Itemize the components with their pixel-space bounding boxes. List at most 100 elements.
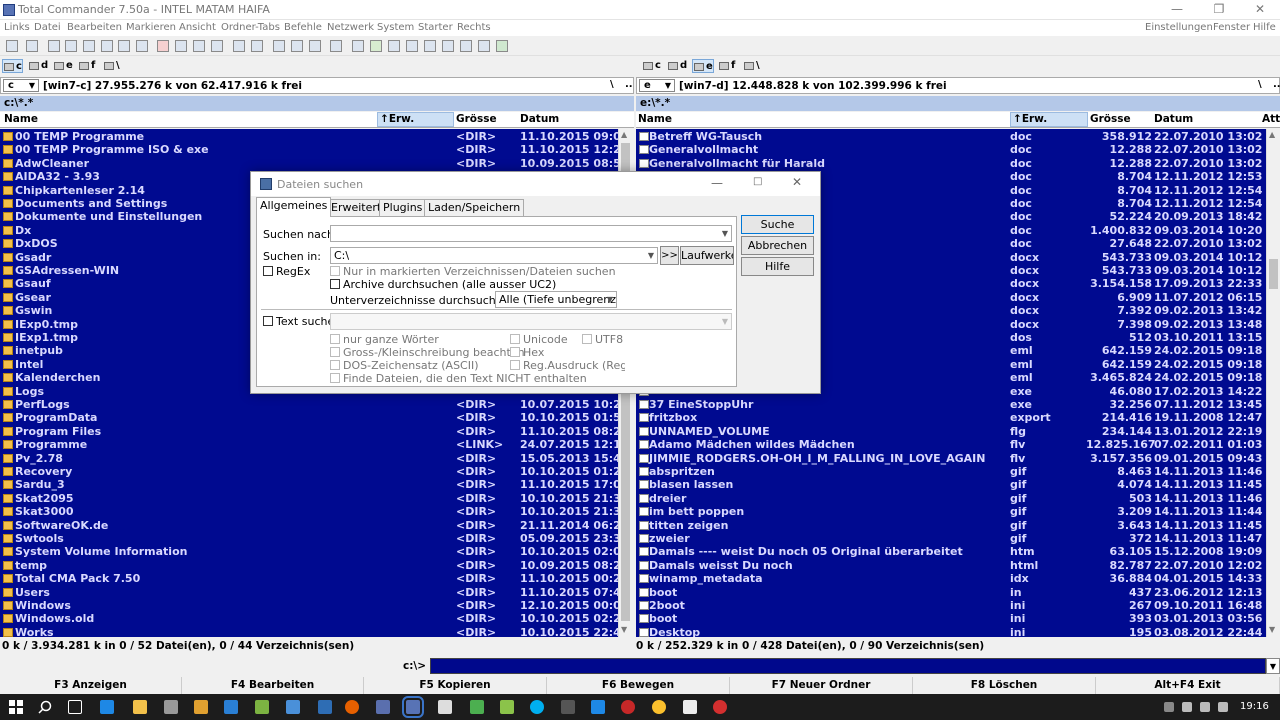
browse-button[interactable]: >> [660,246,679,265]
left-drive-d[interactable]: d [28,59,48,73]
table-row[interactable]: Generalvollmacht doc 12.288 22.07.2010 13:0… [636,143,1266,156]
table-row[interactable]: Desktop ini 195 03.08.2012 22:44 [636,626,1266,637]
calc-icon[interactable] [352,40,364,52]
table-row[interactable]: Programme <LINK> 24.07.2015 12:12 [0,438,618,451]
right-scrollbar[interactable]: ▲ ▼ [1266,129,1280,637]
table-row[interactable]: SoftwareOK.de <DIR> 21.11.2014 06:28 [0,519,618,532]
whole-words-checkbox[interactable] [330,334,340,344]
save-icon[interactable] [26,40,38,52]
tray-volume-icon[interactable] [1200,702,1210,712]
alt-f4-exit-button[interactable]: Alt+F4 Exit [1096,677,1280,694]
left-drive-f[interactable]: f [78,59,95,73]
table-row[interactable]: Users <DIR> 11.10.2015 07:49 [0,586,618,599]
search-in-input[interactable]: C:\ ▼ [330,247,658,264]
table-row[interactable]: dreier gif 503 14.11.2013 11:46 [636,492,1266,505]
text-search-input[interactable]: ▼ [330,313,732,330]
menu-datei[interactable]: Datei [34,22,61,33]
ftp-icon[interactable] [233,40,245,52]
table-row[interactable]: AdwCleaner <DIR> 10.09.2015 08:56 [0,157,618,170]
close-button[interactable]: ✕ [792,175,802,189]
scroll-down-icon[interactable]: ▼ [621,625,627,634]
table-row[interactable]: Works <DIR> 10.10.2015 22:43 [0,626,618,637]
table-row[interactable]: 2boot ini 267 09.10.2011 16:48 [636,599,1266,612]
table-row[interactable]: zweier gif 372 14.11.2013 11:47 [636,532,1266,545]
menu-ansicht[interactable]: Ansicht [179,22,216,33]
invert-icon[interactable] [136,40,148,52]
network-icon[interactable] [388,40,400,52]
col-size[interactable]: Grösse [456,113,497,125]
left-drive-network[interactable]: \ [103,59,120,73]
only-marked-checkbox[interactable] [330,266,340,276]
case-checkbox[interactable] [330,347,340,357]
table-row[interactable]: 00 TEMP Programme <DIR> 11.10.2015 09:02 [0,130,618,143]
brief-view-icon[interactable] [48,40,60,52]
table-row[interactable]: Adamo Mädchen wildes Mädchen flv 12.825.16… [636,438,1266,451]
help-button[interactable]: Hilfe [741,257,814,276]
windows-start-icon[interactable] [9,700,23,714]
table-row[interactable]: blasen lassen gif 4.074 14.11.2013 11:45 [636,478,1266,491]
left-path-bar[interactable]: c:\*.* [0,96,634,111]
subdirs-select[interactable]: Alle (Tiefe unbegrenzt) ▼ [495,291,617,308]
table-row[interactable]: Recovery <DIR> 10.10.2015 01:28 [0,465,618,478]
total-commander-icon[interactable] [402,696,424,718]
table-row[interactable]: ProgramData <DIR> 10.10.2015 01:55 [0,411,618,424]
table-row[interactable]: Total CMA Pack 7.50 <DIR> 11.10.2015 00:27 [0,572,618,585]
table-row[interactable]: im bett poppen gif 3.209 14.11.2013 11:44 [636,505,1266,518]
table-row[interactable]: System Volume Information <DIR> 10.10.2015… [0,545,618,558]
task-view-icon[interactable] [68,700,82,714]
table-row[interactable]: 37 EineStoppUhr exe 32.256 07.11.2012 13:45 [636,398,1266,411]
left-root-button[interactable]: \ [610,79,614,90]
minimize-button[interactable]: — [711,176,723,190]
right-drive-network[interactable]: \ [743,59,760,73]
right-drive-d[interactable]: d [667,59,687,73]
chevron-down-icon[interactable]: ▼ [722,314,728,329]
table-row[interactable]: boot in 437 23.06.2012 12:13 [636,586,1266,599]
table-row[interactable]: Generalvollmacht für Harald doc 12.288 22.0… [636,157,1266,170]
extra-icon[interactable] [496,40,508,52]
f4-edit-button[interactable]: F4 Bearbeiten [182,677,364,694]
app-icon-folder[interactable] [194,700,208,714]
f5-copy-button[interactable]: F5 Kopieren [364,677,547,694]
tray-network-icon[interactable] [1182,702,1192,712]
maximize-button[interactable]: ❐ [1199,0,1239,20]
menu-ordner-tabs[interactable]: Ordner-Tabs [221,22,280,33]
col-size[interactable]: Grösse [1090,113,1131,125]
cancel-button[interactable]: Abbrechen [741,236,814,255]
cmd-icon[interactable] [406,40,418,52]
menu-fenster[interactable]: Fenster [1213,22,1250,33]
full-view-icon[interactable] [65,40,77,52]
table-row[interactable]: Betreff WG-Tausch doc 358.912 22.07.2010 13… [636,130,1266,143]
back-icon[interactable] [193,40,205,52]
app-icon-gauge[interactable] [318,700,332,714]
scroll-down-icon[interactable]: ▼ [1269,625,1275,634]
close-button[interactable]: ✕ [1240,0,1280,20]
tab-allgemeines[interactable]: Allgemeines [256,197,332,217]
maximize-button[interactable]: □ [753,176,762,187]
tray-keyboard-icon[interactable] [1218,702,1228,712]
tab-erweitert[interactable]: Erweitert [327,199,386,216]
col-ext[interactable]: ↑Erw. [1010,112,1088,127]
unicode-checkbox[interactable] [510,334,520,344]
f6-move-button[interactable]: F6 Bewegen [547,677,730,694]
find-icon[interactable] [273,40,285,52]
table-row[interactable]: Damals weisst Du noch html 82.787 22.07.201… [636,559,1266,572]
chevron-down-icon[interactable]: ▼ [1266,658,1280,674]
app-icon-monitor[interactable] [224,700,238,714]
app-icon-blocked[interactable] [713,700,727,714]
table-row[interactable]: Skat3000 <DIR> 10.10.2015 21:38 [0,505,618,518]
app-icon-doc[interactable] [376,700,390,714]
drives-button[interactable]: Laufwerke [680,246,734,265]
app-icon-chart[interactable] [470,700,484,714]
right-drive-e[interactable]: e [692,59,714,73]
tree-view-icon[interactable] [83,40,95,52]
left-drive-c[interactable]: c [2,59,23,73]
table-row[interactable]: Sardu_3 <DIR> 11.10.2015 17:03 [0,478,618,491]
table-row[interactable]: JIMMIE_RODGERS.OH-OH_I_M_FALLING_IN_LOVE… [636,452,1266,465]
table-row[interactable]: fritzbox export 214.416 19.11.2008 12:47 [636,411,1266,424]
sync-icon[interactable] [309,40,321,52]
file-explorer-icon[interactable] [133,700,147,714]
left-drive-e[interactable]: e [53,59,73,73]
menu-befehle[interactable]: Befehle [284,22,322,33]
menu-hilfe[interactable]: Hilfe [1253,22,1276,33]
clock[interactable]: 19:16 [1240,701,1269,712]
